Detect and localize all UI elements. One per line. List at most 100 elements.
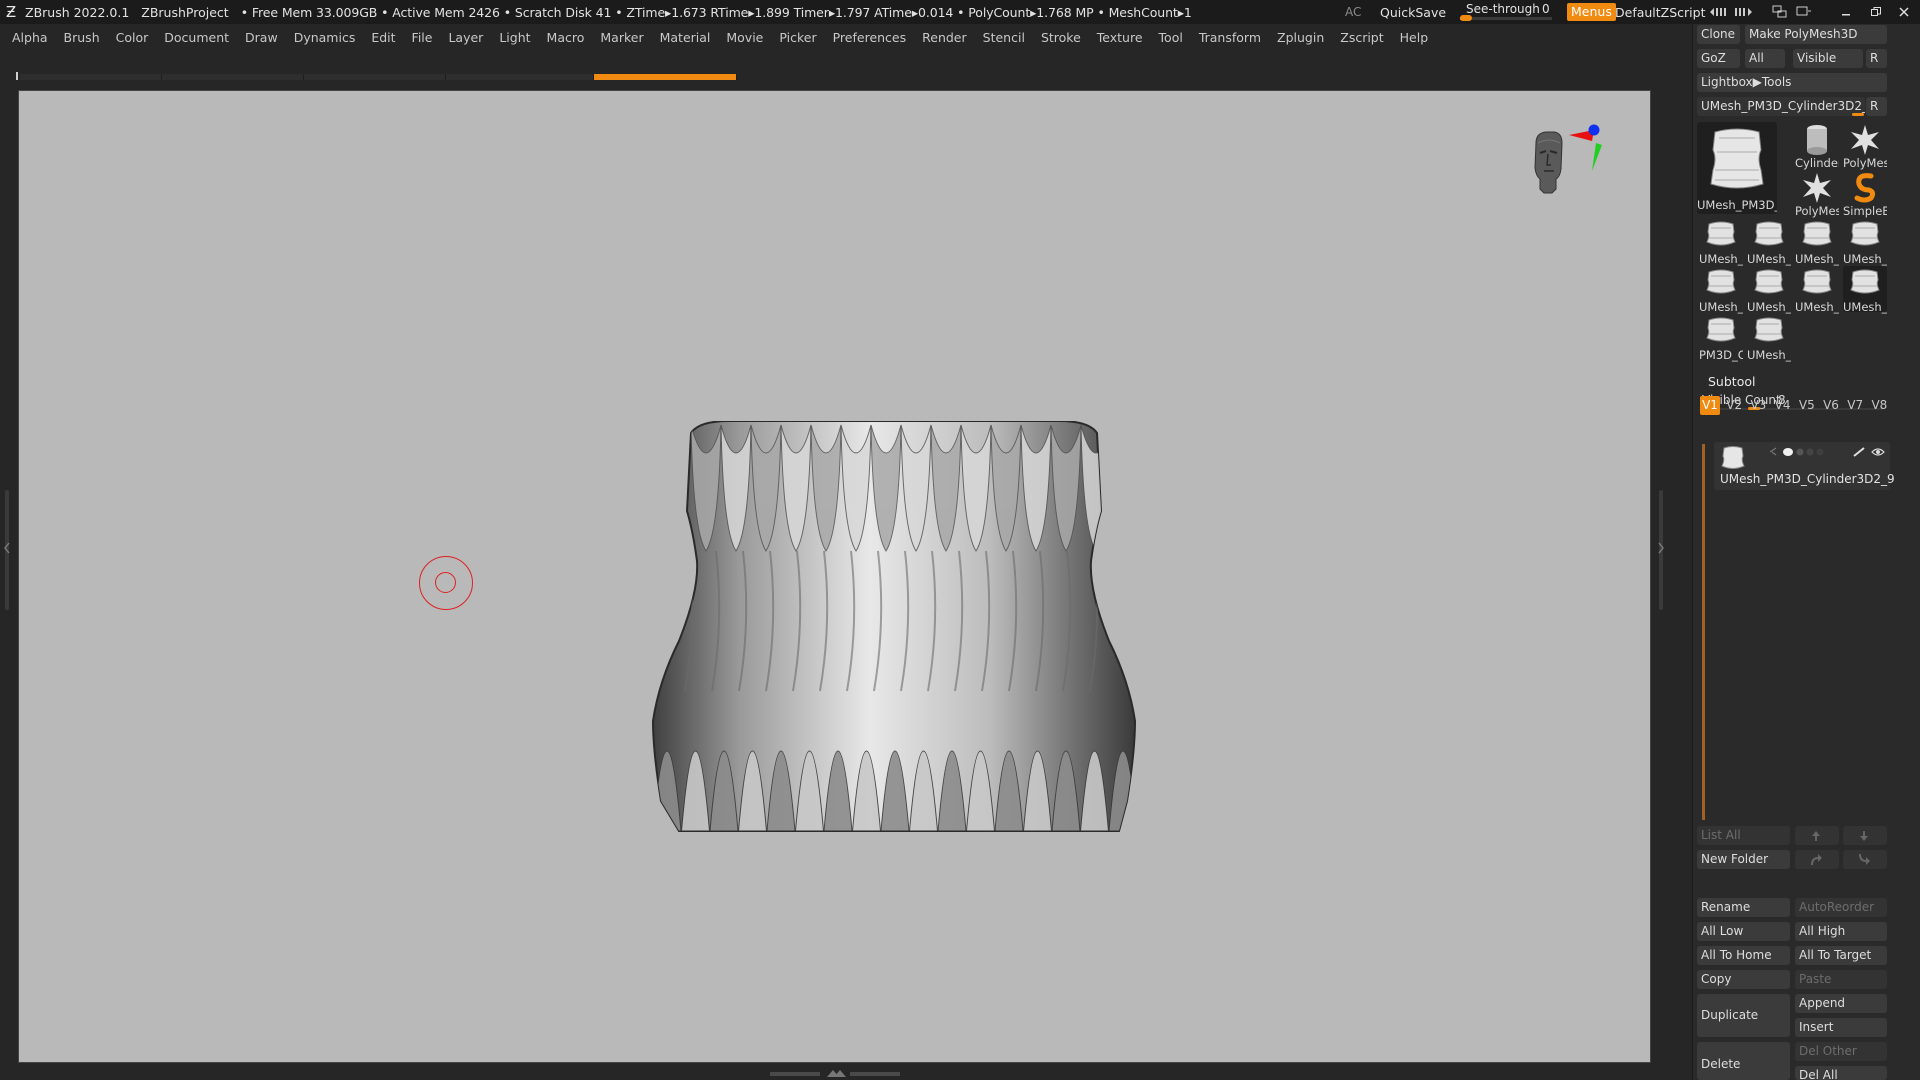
menu-stroke[interactable]: Stroke (1041, 30, 1081, 45)
navigation-head-gizmo[interactable] (1514, 121, 1604, 231)
append-button[interactable]: Append (1795, 994, 1887, 1013)
menu-stencil[interactable]: Stencil (983, 30, 1025, 45)
3d-model-vase[interactable] (629, 421, 1159, 841)
folder-in-button[interactable] (1795, 850, 1839, 869)
all-to-home-button[interactable]: All To Home (1697, 946, 1790, 965)
quicksave-button[interactable]: QuickSave (1380, 0, 1446, 24)
default-zscript-button[interactable]: DefaultZScript (1615, 0, 1706, 24)
main-tool-thumbnail[interactable]: UMesh_PM3D_C (1697, 122, 1777, 214)
make-polymesh-button[interactable]: Make PolyMesh3D (1745, 25, 1887, 44)
menus-button[interactable]: Menus (1567, 3, 1616, 21)
delete-button[interactable]: Delete (1697, 1042, 1790, 1080)
visibility-tab-v4[interactable]: V4 (1773, 396, 1793, 415)
clone-button[interactable]: Clone (1697, 25, 1740, 44)
tool-grid-item[interactable]: UMesh_ (1747, 314, 1791, 362)
goz-button[interactable]: GoZ (1697, 49, 1740, 68)
tool-thumb-polymesh-1[interactable]: PolyMes (1843, 122, 1887, 170)
zbrush-logo-icon[interactable]: Ƶ (2, 3, 20, 21)
menu-color[interactable]: Color (116, 30, 149, 45)
move-down-button[interactable] (1843, 826, 1887, 845)
menu-alpha[interactable]: Alpha (12, 30, 48, 45)
tool-grid-item[interactable]: UMesh_ (1843, 218, 1887, 266)
tool-grid-item[interactable]: UMesh_ (1747, 266, 1791, 314)
right-tray-arrow-icon[interactable] (1657, 542, 1665, 554)
menu-draw[interactable]: Draw (245, 30, 278, 45)
visibility-tab-v3[interactable]: V3 (1748, 396, 1768, 415)
visibility-tab-v8[interactable]: V8 (1869, 396, 1889, 415)
menu-texture[interactable]: Texture (1097, 30, 1143, 45)
menu-brush[interactable]: Brush (64, 30, 100, 45)
window-layout-icon[interactable] (1792, 0, 1816, 24)
lightbox-tools-button[interactable]: Lightbox▶Tools (1697, 73, 1887, 92)
visibility-tab-v2[interactable]: V2 (1724, 396, 1744, 415)
goz-r-button[interactable]: R (1866, 49, 1887, 68)
document-viewport[interactable] (18, 90, 1651, 1063)
copy-button[interactable]: Copy (1697, 970, 1790, 989)
tab-segment[interactable] (304, 74, 446, 80)
current-tool-r-button[interactable]: R (1866, 97, 1887, 116)
menu-layer[interactable]: Layer (448, 30, 483, 45)
tool-grid-item[interactable]: UMesh_ (1843, 266, 1887, 314)
all-high-button[interactable]: All High (1795, 922, 1887, 941)
list-all-button[interactable]: List All (1697, 826, 1790, 845)
goz-visible-button[interactable]: Visible (1793, 49, 1863, 68)
all-low-button[interactable]: All Low (1697, 922, 1790, 941)
close-icon[interactable] (1892, 0, 1916, 24)
menu-marker[interactable]: Marker (600, 30, 643, 45)
see-through-slider[interactable]: See-through 0 (1458, 0, 1556, 24)
paste-button[interactable]: Paste (1795, 970, 1887, 989)
left-tray-arrow-icon[interactable] (3, 542, 11, 554)
menu-dynamics[interactable]: Dynamics (294, 30, 356, 45)
visibility-tab-v6[interactable]: V6 (1821, 396, 1841, 415)
menu-transform[interactable]: Transform (1199, 30, 1261, 45)
visibility-tab-v1[interactable]: V1 (1700, 396, 1720, 415)
ui-layout-icon[interactable] (1768, 0, 1792, 24)
del-other-button[interactable]: Del Other (1795, 1042, 1887, 1061)
tool-grid-item[interactable]: UMesh_ (1795, 266, 1839, 314)
autoreorder-button[interactable]: AutoReorder (1795, 898, 1887, 917)
see-through-knob[interactable] (1460, 15, 1472, 21)
ac-toggle[interactable]: AC (1345, 0, 1361, 24)
layout-right-icon[interactable] (1731, 0, 1755, 24)
subtool-controls-icons[interactable] (1768, 446, 1892, 458)
menu-edit[interactable]: Edit (371, 30, 395, 45)
tool-grid-item[interactable]: UMesh_ (1747, 218, 1791, 266)
all-to-target-button[interactable]: All To Target (1795, 946, 1887, 965)
menu-picker[interactable]: Picker (779, 30, 816, 45)
tool-grid-item[interactable]: UMesh_ (1699, 218, 1743, 266)
layout-left-icon[interactable] (1707, 0, 1731, 24)
del-all-button[interactable]: Del All (1795, 1066, 1887, 1080)
subtool-item[interactable]: UMesh_PM3D_Cylinder3D2_9 (1714, 442, 1895, 490)
bottom-tray-handle[interactable] (770, 1068, 900, 1078)
new-folder-button[interactable]: New Folder (1697, 850, 1790, 869)
subtool-list-scrollbar[interactable] (1702, 444, 1705, 820)
right-tray[interactable] (1651, 90, 1691, 1065)
tool-grid-item[interactable]: UMesh_ (1699, 266, 1743, 314)
insert-button[interactable]: Insert (1795, 1018, 1887, 1037)
menu-macro[interactable]: Macro (547, 30, 585, 45)
menu-zscript[interactable]: Zscript (1340, 30, 1383, 45)
tool-thumb-polymesh-2[interactable]: PolyMes (1795, 170, 1839, 218)
see-through-track[interactable] (1460, 17, 1552, 20)
visibility-tab-v5[interactable]: V5 (1797, 396, 1817, 415)
menu-help[interactable]: Help (1400, 30, 1429, 45)
tab-segment[interactable] (446, 74, 594, 80)
menu-movie[interactable]: Movie (726, 30, 763, 45)
menu-material[interactable]: Material (660, 30, 711, 45)
menu-file[interactable]: File (412, 30, 433, 45)
restore-icon[interactable] (1864, 0, 1888, 24)
subtool-header[interactable]: Subtool (1694, 372, 1894, 390)
tab-segment[interactable] (20, 74, 162, 80)
folder-out-button[interactable] (1843, 850, 1887, 869)
minimize-icon[interactable] (1834, 0, 1858, 24)
tool-grid-item[interactable]: UMesh_ (1795, 218, 1839, 266)
tool-grid-item[interactable]: PM3D_C (1699, 314, 1743, 362)
tool-thumb-cylinder[interactable]: Cylinder (1795, 122, 1839, 170)
visibility-tab-v7[interactable]: V7 (1845, 396, 1865, 415)
left-tray[interactable] (0, 90, 16, 1065)
menu-render[interactable]: Render (922, 30, 967, 45)
goz-all-button[interactable]: All (1745, 49, 1785, 68)
move-up-button[interactable] (1795, 826, 1839, 845)
menu-light[interactable]: Light (499, 30, 530, 45)
duplicate-button[interactable]: Duplicate (1697, 994, 1790, 1037)
